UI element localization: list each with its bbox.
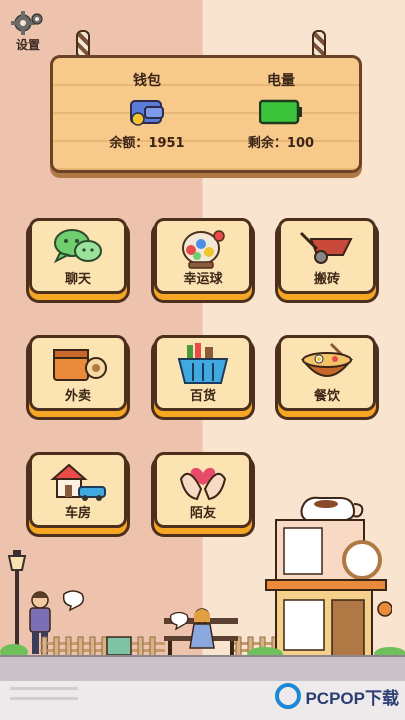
lucky-ball-icon [157, 225, 249, 269]
wheelbarrow-icon [281, 225, 373, 269]
battery-panel: 电量 剩余：100 [221, 70, 341, 151]
app-stranger-friends-label: 陌友 [189, 506, 216, 521]
pcpop-logo-icon [275, 683, 302, 709]
watermark-text: PCPOP下载 [305, 688, 399, 708]
battery-remaining: 剩余：100 [247, 136, 315, 151]
gear-icon [11, 11, 43, 35]
settings-label: 设置 [15, 38, 40, 52]
app-department-store-label: 百货 [189, 389, 216, 404]
app-lucky-ball[interactable]: 幸运球 [154, 218, 252, 294]
app-move-bricks[interactable]: 搬砖 [278, 218, 376, 294]
app-move-bricks-label: 搬砖 [313, 272, 340, 287]
mailbox [106, 636, 132, 656]
app-stranger-friends[interactable]: 陌友 [154, 452, 252, 528]
heart-hands-icon [157, 459, 249, 503]
app-dining-label: 餐饮 [313, 389, 340, 404]
battery-icon [221, 96, 341, 128]
house-car-icon [32, 459, 124, 503]
settings-button[interactable]: 设置 [8, 10, 48, 56]
status-sign: 钱包 余额：1951 电量 剩余：100 [50, 55, 362, 173]
app-chat[interactable]: 聊天 [29, 218, 127, 294]
cafe-building [265, 496, 392, 659]
speech-bubble-small [169, 612, 189, 631]
wallet-icon [87, 96, 207, 128]
app-takeout-label: 外卖 [64, 389, 91, 404]
app-dining[interactable]: 餐饮 [278, 335, 376, 411]
delivery-box-icon [32, 342, 124, 386]
app-chat-label: 聊天 [64, 272, 91, 287]
watermark: PCPOP下载 [275, 683, 399, 709]
wallet-panel: 钱包 余额：1951 [87, 70, 207, 151]
wallet-balance: 余额：1951 [109, 136, 185, 151]
app-car-house[interactable]: 车房 [29, 452, 127, 528]
app-takeout[interactable]: 外卖 [29, 335, 127, 411]
wallet-title: 钱包 [133, 73, 161, 89]
speech-bubble [62, 590, 85, 612]
shopping-basket-icon [157, 342, 249, 386]
noodle-bowl-icon [281, 342, 373, 386]
app-lucky-ball-label: 幸运球 [183, 272, 223, 287]
app-car-house-label: 车房 [64, 506, 91, 521]
fence-left [40, 636, 165, 656]
chat-icon [32, 225, 124, 269]
app-department-store[interactable]: 百货 [154, 335, 252, 411]
battery-title: 电量 [267, 73, 295, 89]
street [0, 655, 405, 681]
